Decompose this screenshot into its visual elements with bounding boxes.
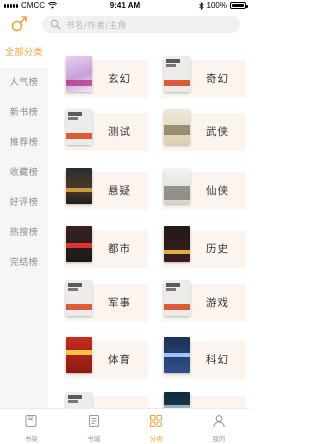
sidebar-item-recommended[interactable]: 推荐榜 [0, 128, 48, 158]
book-cover [164, 280, 190, 316]
category-sidebar: 全部分类 人气榜 新书榜 推荐榜 收藏榜 好评榜 热搜榜 完结榜 [0, 38, 48, 408]
status-bar: CMCC 9:41 AM 100% [0, 0, 250, 12]
book-cover [66, 226, 92, 262]
category-label: 历史 [206, 243, 229, 255]
category-label: 军事 [108, 297, 131, 309]
category-label: 测试 [108, 126, 131, 138]
category-label: 武侠 [206, 126, 229, 138]
sidebar-item-popular[interactable]: 人气榜 [0, 68, 48, 98]
category-card-lingyi[interactable]: 灵异 [64, 392, 148, 408]
bottom-tab-bar: 书架 书城 分类 我的 [0, 408, 250, 444]
category-card-qihuan[interactable]: 奇幻 [162, 56, 246, 98]
tab-bookstore[interactable]: 书城 [63, 409, 126, 444]
bookstore-icon [88, 414, 99, 428]
search-placeholder: 书名/作者/主角 [66, 21, 127, 31]
category-card-wuxia[interactable]: 武侠 [162, 109, 246, 151]
category-icon [150, 414, 163, 428]
battery-percent: 100% [206, 1, 227, 10]
category-card-tiyu[interactable]: 体育 [64, 337, 148, 379]
category-card-lishi[interactable]: 历史 [162, 226, 246, 268]
category-card-dushi[interactable]: 都市 [64, 226, 148, 268]
category-label: 悬疑 [108, 185, 131, 197]
category-label: 玄幻 [108, 73, 131, 85]
category-card-junshi[interactable]: 军事 [64, 280, 148, 322]
battery-icon [230, 2, 248, 9]
tab-label: 书架 [24, 435, 38, 443]
book-cover [164, 392, 190, 408]
book-cover [164, 109, 190, 145]
sidebar-item-favorites[interactable]: 收藏榜 [0, 158, 48, 188]
book-cover [66, 280, 92, 316]
category-card-xianxia[interactable]: 仙侠 [162, 168, 246, 210]
profile-icon [213, 415, 225, 428]
book-cover [66, 56, 92, 92]
book-cover [66, 168, 92, 204]
sidebar-item-hot-search[interactable]: 热搜榜 [0, 218, 48, 248]
sidebar-item-all-categories[interactable]: 全部分类 [0, 38, 48, 68]
book-cover [164, 168, 190, 204]
book-cover [66, 109, 92, 145]
book-cover [164, 226, 190, 262]
category-card-youxi[interactable]: 游戏 [162, 280, 246, 322]
book-cover [66, 337, 92, 373]
battery-group: 100% [198, 1, 248, 10]
category-card-qita[interactable]: 其他 [162, 392, 246, 408]
book-cover [66, 392, 92, 408]
category-card-kehuan[interactable]: 科幻 [162, 337, 246, 379]
tab-bookshelf[interactable]: 书架 [0, 409, 63, 444]
category-label: 都市 [108, 243, 131, 255]
tab-category[interactable]: 分类 [125, 409, 188, 444]
gender-switch-icon[interactable] [10, 15, 30, 33]
category-card-xuanhuan[interactable]: 玄幻 [64, 56, 148, 98]
category-label: 仙侠 [206, 185, 229, 197]
tab-label: 分类 [149, 435, 163, 443]
sidebar-item-completed[interactable]: 完结榜 [0, 248, 48, 278]
tab-label: 书城 [87, 435, 101, 443]
category-grid: 玄幻 奇幻 测试 武侠 悬疑 仙侠 都市 历史 军事 游戏 体育 科幻 [48, 38, 250, 408]
category-label: 游戏 [206, 297, 229, 309]
sidebar-item-top-rated[interactable]: 好评榜 [0, 188, 48, 218]
bookshelf-icon [25, 414, 37, 428]
bluetooth-icon [198, 1, 204, 10]
tab-label: 我的 [212, 435, 226, 443]
category-card-xuanyi[interactable]: 悬疑 [64, 168, 148, 210]
sidebar-item-new-books[interactable]: 新书榜 [0, 98, 48, 128]
search-input[interactable]: 书名/作者/主角 [42, 16, 240, 33]
tab-profile[interactable]: 我的 [188, 409, 251, 444]
category-label: 奇幻 [206, 73, 229, 85]
category-label: 体育 [108, 354, 131, 366]
book-cover [164, 337, 190, 373]
search-icon [50, 19, 61, 30]
category-label: 科幻 [206, 354, 229, 366]
book-cover [164, 56, 190, 92]
category-card-test[interactable]: 测试 [64, 109, 148, 151]
top-bar: 书名/作者/主角 [0, 12, 250, 36]
